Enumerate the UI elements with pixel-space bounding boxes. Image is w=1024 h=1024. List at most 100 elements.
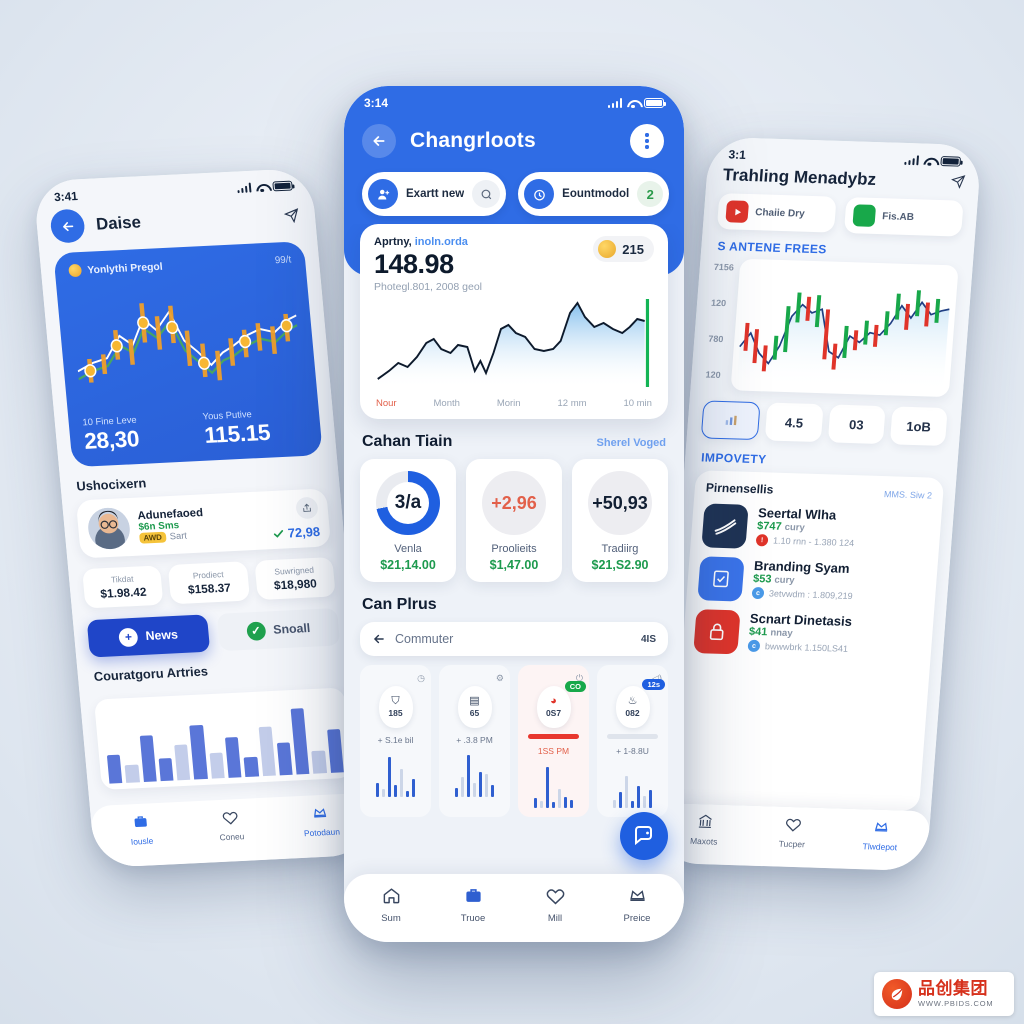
list-item[interactable]: Seertal Wlha $747 cury ! 1.10 rnn - 1.38… [701,494,931,554]
right-status-time: 3:1 [728,147,747,162]
price-sub-label-link[interactable]: inoln.orda [415,236,468,248]
user-sub2: Sart [169,530,188,542]
heart-icon [786,818,801,832]
pill-exart-new[interactable]: Exartt new [362,172,507,216]
price-sub-label: Aprtny, inoln.orda [374,236,482,248]
share-button[interactable] [295,496,319,520]
tile-egg-2: ◕ 0S7 [536,686,571,728]
check-circle-icon: ✓ [245,620,267,641]
tile-card-0-bars [366,751,425,797]
axis-tick-0: Nour [376,398,397,409]
search-icon[interactable] [472,180,501,208]
tile-card-0[interactable]: ◷ ⛉ 185 + S.1e bil [360,665,431,817]
send-icon[interactable] [283,207,300,223]
hero-candlestick-chart [77,303,298,383]
right-status-icons [903,155,962,167]
hero-stat-1-value: 115.15 [203,419,272,448]
tile-card-3-bars [603,762,662,808]
tile-card-2[interactable]: ⏻ ◕ 0S7 CO 1SS PM [518,665,589,817]
tile-card-2-bar [528,734,579,739]
metrics-section-header: Cahan Tiain Sherel Voged [362,433,666,451]
range-button-2[interactable]: 03 [827,404,886,445]
timer-icon [524,179,555,209]
chat-bot-fab[interactable] [620,812,668,860]
search-input[interactable]: Commuter [395,632,632,646]
price-chart-left: Aprtny, inoln.orda 148.98 Photegl.801, 2… [374,236,482,293]
center-title-row: Changrloots [344,112,684,158]
center-page-title: Changrloots [410,129,536,152]
center-body: Aprtny, inoln.orda 148.98 Photegl.801, 2… [344,224,684,874]
tiles-section-header: Can Plrus [362,596,666,614]
wifi-icon [923,156,936,165]
left-nav-item-0[interactable]: Iousle [95,812,188,849]
center-nav-item-1[interactable]: Truoe [432,886,514,924]
tile-egg-3: ♨ 082 [615,686,650,728]
back-button[interactable] [362,124,396,158]
briefcase-icon [465,889,481,902]
filter-chip-0-label: Chaiie Dry [754,206,806,220]
range-button-3[interactable]: 1oB [889,406,948,447]
portfolio-hero-card: Yonlythi Pregol 99/t 10 Fine Leve 28,30 … [53,241,323,468]
filter-chip-1[interactable]: Fis.AB [843,197,964,237]
stat-card-2[interactable]: Suwrigned $18,980 [254,557,336,601]
metric-card-1[interactable]: +2,96 Proolieits $1,47.00 [466,459,562,582]
snoall-button[interactable]: ✓ Snoall [216,608,341,652]
news-button-label: News [145,627,179,643]
range-button-0[interactable] [700,400,761,441]
arrow-left-icon[interactable] [372,632,386,646]
right-nav-label-1: Tucper [778,838,806,850]
center-nav-item-2[interactable]: Mill [514,886,596,924]
coin-value: 215 [622,241,644,257]
left-nav-item-1[interactable]: Coneu [185,807,278,844]
right-chart-wrapper: 7156 120 780 120 [704,258,959,398]
price-value: 148.98 [374,249,454,279]
tile-card-3[interactable]: ◁) ♨ 082 12s + 1-8.8U [597,665,668,817]
wifi-icon [256,182,269,191]
send-icon[interactable] [950,174,966,189]
crown-icon [314,808,327,818]
search-bar[interactable]: Commuter 4IS [360,622,668,656]
list-item-info: Seertal Wlha $747 cury ! 1.10 rnn - 1.38… [755,505,931,551]
tile-card-0-sub: + S.1e bil [377,735,414,745]
stat-card-0-value: $1.98.42 [99,584,148,601]
axis-tick-4: 10 min [623,398,652,409]
back-button[interactable] [49,208,86,244]
list-item-price-value: $53 [752,572,772,586]
signal-bars-icon [607,98,622,108]
tile-card-3-code: 082 [625,708,640,718]
kebab-menu-icon[interactable] [630,124,664,158]
y-tick-1: 120 [710,297,727,309]
left-nav-label-1: Coneu [219,831,245,843]
center-nav-item-0[interactable]: Sum [350,886,432,924]
stat-card-1[interactable]: Prodiect $158.37 [168,561,250,605]
metric-card-2[interactable]: +50,93 Tradiirg $21,S2.90 [572,459,668,582]
doc-thumb-blue-icon [697,556,745,602]
pill-exart-new-label: Exartt new [406,188,465,200]
stat-card-0-label: Tikdat [110,573,134,585]
metric-card-0[interactable]: 3/a Venla $21,14.00 [360,459,456,582]
filter-chip-1-label: Fis.AB [881,210,915,223]
stat-card-0[interactable]: Tikdat $1.98.42 [82,565,164,609]
timer-glyph-icon [533,189,545,200]
lock-thumb-red-icon [693,609,741,655]
right-nav-item-1[interactable]: Tucper [747,815,838,851]
check-icon [274,529,284,538]
list-item[interactable]: Branding Syam $53 cury c 3etvwdm : 1.809… [697,547,927,607]
price-sub-label-main: Aprtny, [374,236,412,248]
doc-icon: ▤ [469,695,480,707]
tile-card-1[interactable]: ⚙ ▤ 65 + .3.8 PM [439,665,510,817]
tile-card-2-sub: 1SS PM [537,746,570,756]
right-nav-item-2[interactable]: Tlwdepot [835,817,926,853]
coin-icon [68,263,83,278]
range-button-1[interactable]: 4.5 [764,402,824,443]
left-phone-screen: 3:41 Daise Yonlythi Pregol 99/t 10 Fine … [32,167,374,869]
pill-eountmodol[interactable]: Eountmodol 2 [518,172,670,216]
center-nav-item-3[interactable]: Preice [596,886,678,924]
y-tick-2: 780 [707,333,724,345]
center-nav-label-1: Truoe [460,913,486,924]
user-list-item[interactable]: Adunefaoed $6n Sms AWD Sart 72,98 [75,488,332,559]
filter-chip-0[interactable]: Chaiie Dry [716,193,837,233]
news-button[interactable]: + News [86,614,211,658]
list-item[interactable]: Scnart Dinetasis $41 nnay c bwwwbrk 1.15… [693,600,923,660]
metrics-section-link[interactable]: Sherel Voged [597,437,666,449]
